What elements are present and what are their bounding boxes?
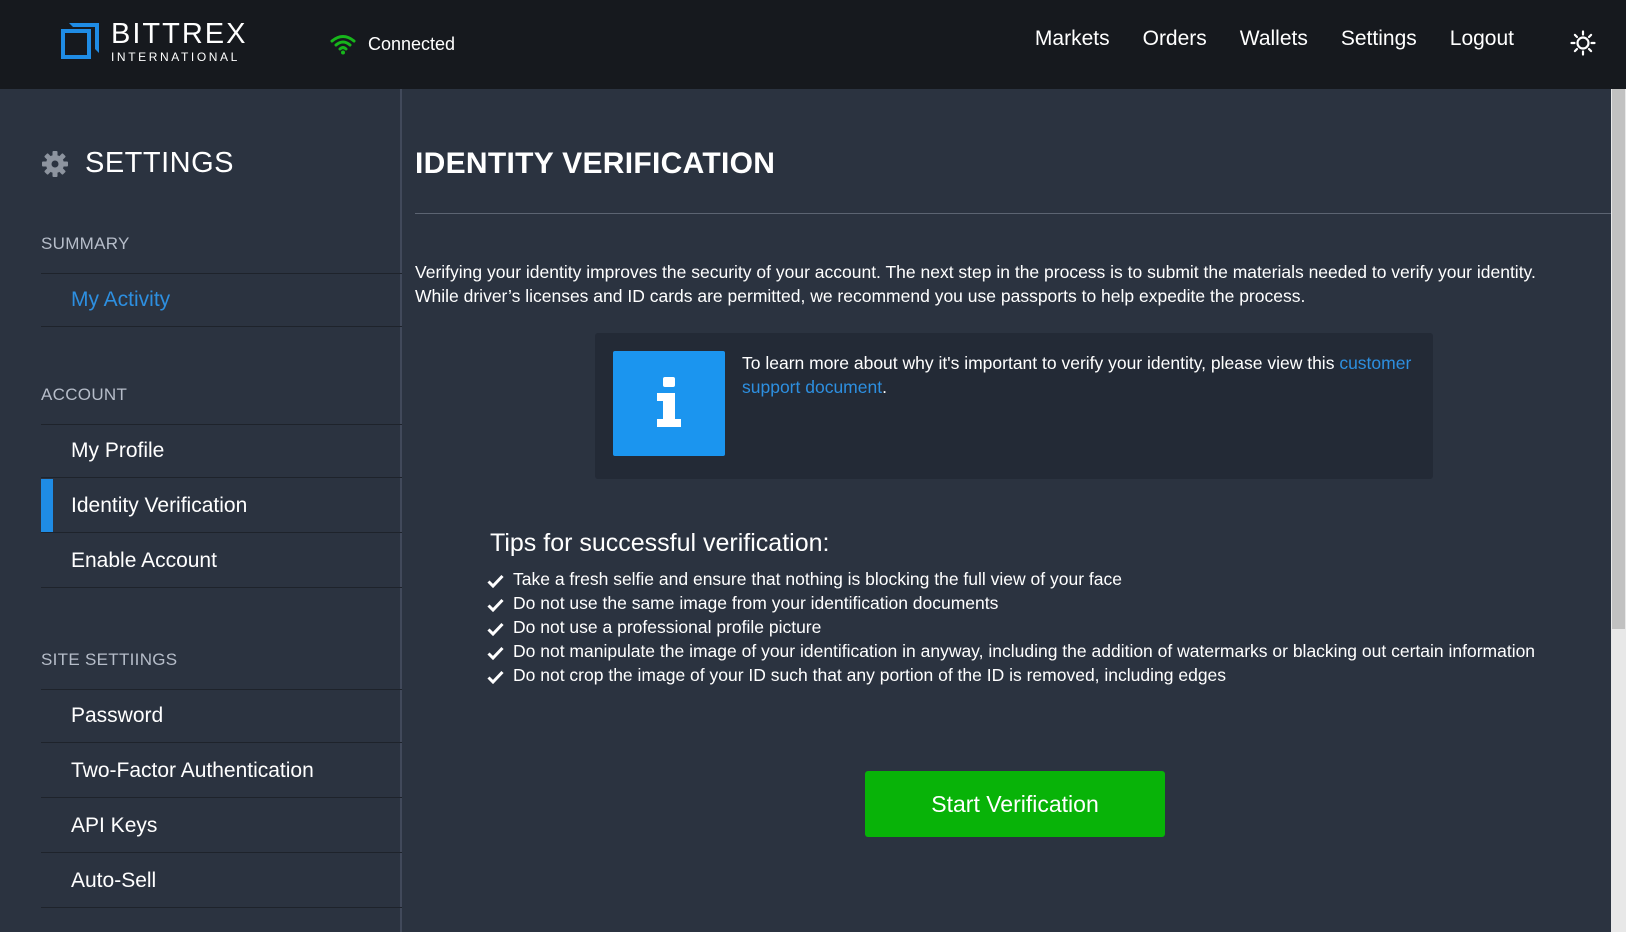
sidebar-heading-account: ACCOUNT <box>41 385 128 404</box>
start-verification-button[interactable]: Start Verification <box>865 771 1165 837</box>
tips-heading: Tips for successful verification: <box>490 529 830 557</box>
connection-status: Connected <box>330 33 455 55</box>
brand-name: BITTREX <box>111 18 248 50</box>
checkmark-icon <box>487 670 504 684</box>
info-text-suffix: . <box>882 377 887 397</box>
sidebar-item-api-keys[interactable]: API Keys <box>41 799 402 853</box>
tip-item: Do not crop the image of your ID such th… <box>485 663 1565 687</box>
tip-text: Do not use a professional profile pictur… <box>513 617 822 637</box>
nav-orders[interactable]: Orders <box>1143 27 1207 51</box>
top-nav-bar: BITTREX INTERNATIONAL Connected Markets … <box>0 0 1626 89</box>
scrollbar-thumb[interactable] <box>1612 89 1625 629</box>
intro-text: Verifying your identity improves the sec… <box>415 262 1536 306</box>
sidebar-title: SETTINGS <box>41 147 234 180</box>
checkmark-icon <box>487 598 504 612</box>
info-callout: To learn more about why it's important t… <box>595 333 1433 479</box>
bittrex-logo-icon <box>61 22 99 61</box>
bittrex-logo[interactable]: BITTREX INTERNATIONAL <box>61 20 247 63</box>
info-callout-text: To learn more about why it's important t… <box>742 351 1412 399</box>
tips-list: Take a fresh selfie and ensure that noth… <box>485 567 1565 687</box>
main-content: IDENTITY VERIFICATION Verifying your ide… <box>415 89 1611 932</box>
connection-status-label: Connected <box>368 33 456 54</box>
title-divider <box>415 213 1611 214</box>
sidebar-item-my-activity[interactable]: My Activity <box>41 273 402 327</box>
sidebar-heading-summary: SUMMARY <box>41 234 130 253</box>
info-text: To learn more about why it's important t… <box>742 353 1335 373</box>
sidebar-item-password[interactable]: Password <box>41 689 402 743</box>
sidebar-title-label: SETTINGS <box>85 147 235 179</box>
checkmark-icon <box>487 646 504 660</box>
checkmark-icon <box>487 574 504 588</box>
tip-item: Do not use a professional profile pictur… <box>485 615 1565 639</box>
sidebar-item-two-factor-authentication[interactable]: Two-Factor Authentication <box>41 744 402 798</box>
tip-item: Take a fresh selfie and ensure that noth… <box>485 567 1565 591</box>
main-nav: Markets Orders Wallets Settings Logout <box>1002 27 1514 51</box>
tip-text: Do not crop the image of your ID such th… <box>513 665 1227 685</box>
nav-wallets[interactable]: Wallets <box>1240 27 1308 51</box>
brand-subtitle: INTERNATIONAL <box>111 50 240 64</box>
sidebar-item-auto-sell[interactable]: Auto-Sell <box>41 854 402 908</box>
settings-sidebar: SETTINGS SUMMARY My Activity ACCOUNT My … <box>0 89 402 932</box>
tip-item: Do not manipulate the image of your iden… <box>485 639 1565 663</box>
sun-icon[interactable] <box>1570 30 1596 56</box>
sidebar-item-my-profile[interactable]: My Profile <box>41 424 402 478</box>
tip-text: Do not use the same image from your iden… <box>513 593 999 613</box>
nav-logout[interactable]: Logout <box>1450 27 1514 51</box>
sidebar-item-identity-verification[interactable]: Identity Verification <box>41 479 402 533</box>
info-icon <box>613 351 725 456</box>
gear-icon <box>42 150 68 177</box>
tip-text: Do not manipulate the image of your iden… <box>513 641 1536 661</box>
nav-settings[interactable]: Settings <box>1341 27 1417 51</box>
checkmark-icon <box>487 622 504 636</box>
tip-text: Take a fresh selfie and ensure that noth… <box>513 569 1122 589</box>
nav-markets[interactable]: Markets <box>1035 27 1110 51</box>
page-title: IDENTITY VERIFICATION <box>415 147 776 180</box>
tip-item: Do not use the same image from your iden… <box>485 591 1565 615</box>
sidebar-item-enable-account[interactable]: Enable Account <box>41 534 402 588</box>
wifi-icon <box>330 35 356 55</box>
sidebar-heading-site-settings: SITE SETTIINGS <box>41 650 178 669</box>
